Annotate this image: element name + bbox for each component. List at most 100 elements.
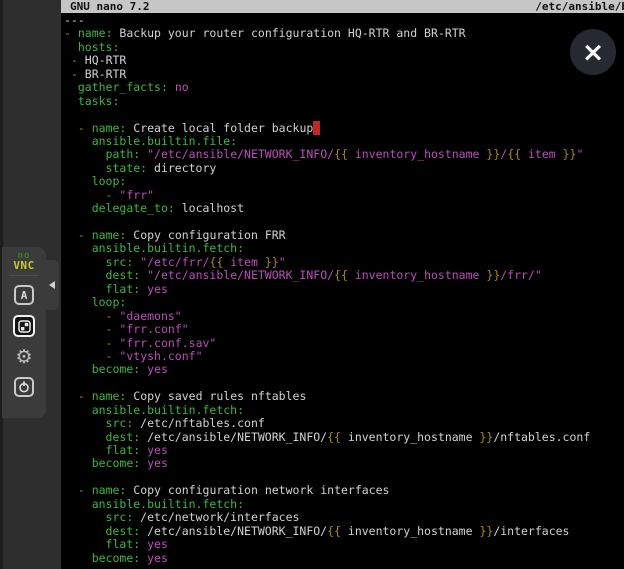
editor-line: dest: /etc/ansible/NETWORK_INFO/{{ inven… — [64, 431, 624, 444]
code-segment: yes — [147, 456, 168, 470]
code-segment: - — [78, 389, 85, 403]
vnc-viewport: { "titlebar": { "app_title": "GNU nano 7… — [0, 0, 624, 569]
code-segment: item — [223, 255, 265, 269]
code-segment: "vtysh.conf" — [119, 349, 202, 363]
editor-line: ansible.builtin.fetch: — [64, 498, 624, 511]
editor-line — [64, 216, 624, 229]
code-segment: inventory_hostname — [348, 268, 486, 282]
code-segment: }} — [479, 524, 493, 538]
code-segment: /etc/network/interfaces — [133, 510, 299, 524]
code-segment: name: — [92, 228, 127, 242]
code-segment — [64, 403, 92, 417]
code-segment: tasks: — [78, 94, 120, 108]
code-segment: {{ — [327, 430, 341, 444]
editor-line: - HQ-RTR — [64, 54, 624, 67]
code-segment: no — [175, 80, 189, 94]
code-segment — [64, 53, 71, 67]
code-segment: dest: — [106, 268, 141, 282]
close-button[interactable]: × — [570, 29, 616, 75]
code-segment: yes — [147, 443, 168, 457]
fullscreen-button[interactable] — [13, 315, 35, 337]
code-segment: name: — [92, 389, 127, 403]
code-segment: ansible.builtin.file: — [92, 134, 237, 148]
code-segment: --- — [64, 13, 85, 27]
code-segment — [64, 416, 106, 430]
code-segment — [64, 201, 92, 215]
code-segment: "frr" — [119, 188, 154, 202]
code-segment: flat: — [106, 443, 141, 457]
editor-line: - "frr.conf.sav" — [64, 337, 624, 350]
editor-line: flat: yes — [64, 283, 624, 296]
editor-line — [64, 108, 624, 121]
editor-line: - "frr.conf" — [64, 323, 624, 336]
code-segment: }} — [563, 147, 577, 161]
editor-line: src: "/etc/frr/{{ item }}" — [64, 256, 624, 269]
editor-line: - "daemons" — [64, 310, 624, 323]
keyboard-a-icon: A — [21, 289, 28, 302]
code-segment — [64, 161, 106, 175]
code-segment: inventory_hostname — [341, 430, 479, 444]
editor-line: - name: Backup your router configuration… — [64, 27, 624, 40]
code-segment — [64, 188, 106, 202]
code-segment: {{ — [334, 147, 348, 161]
code-segment: Create local folder backup — [126, 121, 313, 135]
editor-line: src: /etc/nftables.conf — [64, 417, 624, 430]
code-segment: yes — [147, 282, 168, 296]
code-segment: "/etc/frr/ — [140, 255, 209, 269]
code-segment — [64, 430, 106, 444]
code-segment: become: — [92, 362, 140, 376]
code-segment: gather_facts: — [78, 80, 168, 94]
code-segment: inventory_hostname — [348, 147, 486, 161]
code-segment — [64, 121, 78, 135]
editor-line: src: /etc/network/interfaces — [64, 511, 624, 524]
code-segment: BR-RTR — [78, 67, 126, 81]
code-segment — [64, 336, 106, 350]
code-segment — [64, 322, 106, 336]
code-segment — [64, 295, 92, 309]
code-segment: src: — [106, 416, 134, 430]
code-segment — [64, 134, 92, 148]
code-segment: flat: — [106, 537, 141, 551]
nano-app-title: GNU nano 7.2 — [70, 0, 149, 13]
editor-line: state: directory — [64, 162, 624, 175]
code-segment: /nftables.conf — [493, 430, 590, 444]
code-segment: }} — [479, 430, 493, 444]
panel-handle[interactable] — [44, 260, 59, 310]
nano-titlebar: GNU nano 7.2 /etc/ansible/b — [61, 0, 624, 13]
editor-line: delegate_to: localhost — [64, 202, 624, 215]
code-segment — [85, 483, 92, 497]
code-segment — [64, 80, 78, 94]
code-segment: become: — [92, 456, 140, 470]
code-segment — [64, 147, 106, 161]
code-segment — [64, 443, 106, 457]
code-segment: ansible.builtin.fetch: — [92, 403, 244, 417]
power-button[interactable] — [14, 377, 34, 397]
editor-content[interactable]: ---- name: Backup your router configurat… — [61, 13, 624, 565]
editor-line: gather_facts: no — [64, 81, 624, 94]
editor-line: - name: Copy configuration FRR — [64, 229, 624, 242]
terminal-window[interactable]: GNU nano 7.2 /etc/ansible/b ---- name: B… — [61, 0, 624, 569]
extra-keys-button[interactable]: A — [14, 285, 34, 305]
code-segment: src: — [106, 510, 134, 524]
editor-line: flat: yes — [64, 444, 624, 457]
code-segment — [64, 551, 92, 565]
code-segment: - — [64, 26, 71, 40]
editor-line: tasks: — [64, 95, 624, 108]
editor-line — [64, 471, 624, 484]
code-segment: hosts: — [78, 40, 120, 54]
editor-line: - name: Copy configuration network inter… — [64, 484, 624, 497]
code-segment: "/etc/ansible/NETWORK_INFO/ — [147, 268, 334, 282]
code-segment: loop: — [92, 295, 127, 309]
editor-line: loop: — [64, 296, 624, 309]
code-segment — [64, 483, 78, 497]
code-segment: /frr/" — [500, 268, 542, 282]
code-segment: yes — [147, 551, 168, 565]
code-segment — [64, 524, 106, 538]
code-segment — [64, 309, 106, 323]
code-segment: HQ-RTR — [78, 53, 126, 67]
editor-line: - "frr" — [64, 189, 624, 202]
settings-button[interactable]: ⚙ — [14, 347, 34, 367]
code-segment: - — [78, 483, 85, 497]
code-segment: ansible.builtin.fetch: — [92, 241, 244, 255]
code-segment — [85, 228, 92, 242]
